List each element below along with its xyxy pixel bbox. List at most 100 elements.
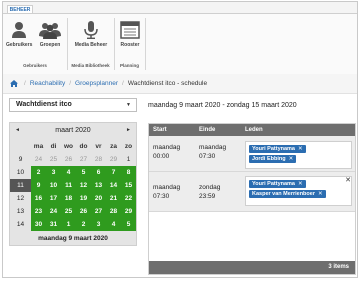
calendar-next-button[interactable]: ► bbox=[126, 125, 131, 136]
groups-button-label: Groepen bbox=[39, 42, 61, 48]
calendar-day[interactable]: 4 bbox=[106, 218, 121, 231]
calendar-day[interactable]: 10 bbox=[46, 179, 61, 192]
delete-row-icon[interactable]: ✕ bbox=[345, 176, 351, 184]
calendar-day[interactable]: 3 bbox=[46, 166, 61, 179]
breadcrumb-separator: / bbox=[69, 80, 72, 87]
calendar-day[interactable]: 27 bbox=[91, 205, 106, 218]
ribbon-group-label: Planning bbox=[120, 63, 139, 68]
calendar-day[interactable]: 2 bbox=[76, 218, 91, 231]
calendar-day[interactable]: 17 bbox=[46, 192, 61, 205]
calendar-day[interactable]: 25 bbox=[46, 153, 61, 166]
home-icon[interactable] bbox=[10, 80, 18, 87]
calendar-day[interactable]: 29 bbox=[121, 205, 136, 218]
calendar-day[interactable]: 26 bbox=[76, 205, 91, 218]
member-tag: Kasper van Merrienboer ✕ bbox=[249, 190, 326, 198]
breadcrumb-separator: / bbox=[122, 80, 124, 87]
calendar-day[interactable]: 20 bbox=[91, 192, 106, 205]
calendar-day[interactable]: 3 bbox=[91, 218, 106, 231]
calendar-day[interactable]: 19 bbox=[76, 192, 91, 205]
calendar-day[interactable]: 16 bbox=[31, 192, 46, 205]
calendar-day[interactable]: 12 bbox=[76, 179, 91, 192]
calendar-day[interactable]: 25 bbox=[61, 205, 76, 218]
calendar-day[interactable]: 26 bbox=[61, 153, 76, 166]
calendar-day[interactable]: 5 bbox=[76, 166, 91, 179]
end-time: 23:59 bbox=[199, 193, 216, 200]
week-number[interactable]: 13 bbox=[10, 205, 31, 218]
breadcrumb-groepsplanner[interactable]: Groepsplanner bbox=[75, 80, 118, 87]
calendar-day[interactable]: 4 bbox=[61, 166, 76, 179]
calendar-day[interactable]: 23 bbox=[31, 205, 46, 218]
week-number[interactable]: 11 bbox=[10, 179, 31, 192]
remove-member-icon[interactable]: ✕ bbox=[318, 191, 323, 197]
end-day: zondag bbox=[199, 184, 221, 191]
group-icon bbox=[39, 23, 61, 39]
week-number[interactable]: 10 bbox=[10, 166, 31, 179]
week-number[interactable]: 9 bbox=[10, 153, 31, 166]
calendar-day[interactable]: 28 bbox=[106, 205, 121, 218]
media-beheer-button[interactable]: Media Beheer bbox=[73, 21, 109, 48]
calendar-weekday-row: ma di wo do vr za zo bbox=[10, 140, 136, 153]
calendar-day[interactable]: 24 bbox=[46, 205, 61, 218]
calendar-day[interactable]: 2 bbox=[31, 166, 46, 179]
breadcrumb-reachability[interactable]: Reachability bbox=[30, 80, 65, 87]
calendar-day[interactable]: 27 bbox=[76, 153, 91, 166]
ribbon-separator bbox=[145, 18, 146, 70]
member-name: Youri Pattynama bbox=[252, 146, 295, 152]
members-field[interactable]: Youri Pattynama ✕ Jordi Ebbing ✕ bbox=[245, 141, 352, 169]
calendar-prev-button[interactable]: ◄ bbox=[15, 125, 20, 136]
schedule-table: Start Einde Leden maandag 00:00 maandag … bbox=[148, 123, 356, 275]
rooster-button[interactable]: Rooster bbox=[117, 21, 143, 48]
month-calendar: maart 2020 ◄ ► ma di wo do vr za zo 9 24 2… bbox=[9, 122, 137, 246]
schedule-footer: 3 items bbox=[149, 261, 355, 274]
calendar-day[interactable]: 21 bbox=[106, 192, 121, 205]
member-tag: Jordi Ebbing ✕ bbox=[249, 155, 297, 163]
schedule-select-value: Wachtdienst itco bbox=[16, 101, 72, 108]
calendar-day[interactable]: 24 bbox=[31, 153, 46, 166]
media-beheer-button-label: Media Beheer bbox=[74, 42, 108, 48]
schedule-select[interactable]: Wachtdienst itco ▼ bbox=[9, 98, 137, 112]
calendar-day[interactable]: 1 bbox=[121, 153, 136, 166]
calendar-day[interactable]: 5 bbox=[121, 218, 136, 231]
calendar-day[interactable]: 31 bbox=[46, 218, 61, 231]
calendar-day[interactable]: 22 bbox=[121, 192, 136, 205]
breadcrumb: / Reachability / Groepsplanner / Wachtdi… bbox=[3, 74, 357, 94]
calendar-day[interactable]: 8 bbox=[121, 166, 136, 179]
calendar-day[interactable]: 13 bbox=[91, 179, 106, 192]
start-time: 07:30 bbox=[153, 193, 170, 200]
calendar-day[interactable]: 30 bbox=[31, 218, 46, 231]
calendar-day[interactable]: 7 bbox=[106, 166, 121, 179]
weekday-label: vr bbox=[95, 143, 102, 150]
calendar-week-row: 9 24 25 26 27 28 29 1 bbox=[10, 153, 136, 166]
member-name: Youri Pattynama bbox=[252, 181, 295, 187]
week-number[interactable]: 14 bbox=[10, 218, 31, 231]
calendar-day[interactable]: 15 bbox=[121, 179, 136, 192]
calendar-day[interactable]: 11 bbox=[61, 179, 76, 192]
column-header-leden: Leden bbox=[245, 127, 263, 133]
member-tag: Youri Pattynama ✕ bbox=[249, 180, 306, 188]
remove-member-icon[interactable]: ✕ bbox=[298, 146, 303, 152]
remove-member-icon[interactable]: ✕ bbox=[289, 156, 294, 162]
ribbon-group-label: Media Bibliotheek bbox=[71, 63, 110, 68]
remove-member-icon[interactable]: ✕ bbox=[298, 181, 303, 187]
calendar-day[interactable]: 29 bbox=[106, 153, 121, 166]
schedule-row[interactable]: maandag 00:00 maandag 07:30 Youri Pattyn… bbox=[149, 136, 355, 172]
calendar-day[interactable]: 1 bbox=[61, 218, 76, 231]
schedule-row[interactable]: maandag 07:30 zondag 23:59 Youri Pattyna… bbox=[149, 172, 355, 212]
ribbon-group-label: Gebruikers bbox=[23, 63, 47, 68]
groups-button[interactable]: Groepen bbox=[37, 21, 63, 48]
users-button[interactable]: Gebruikers bbox=[6, 21, 32, 48]
members-field[interactable]: Youri Pattynama ✕ Kasper van Merrienboer ✕ bbox=[245, 176, 352, 206]
caret-down-icon: ▼ bbox=[126, 102, 131, 108]
calendar-weeks: 9 24 25 26 27 28 29 1 10 2 3 4 5 6 7 8 11 9 10 11 12 13 14 15 12… bbox=[10, 153, 136, 231]
calendar-week-row: 12 16 17 18 19 20 21 22 bbox=[10, 192, 136, 205]
member-tag: Youri Pattynama ✕ bbox=[249, 145, 306, 153]
item-count: 3 items bbox=[328, 264, 349, 270]
calendar-day[interactable]: 9 bbox=[31, 179, 46, 192]
calendar-day[interactable]: 28 bbox=[91, 153, 106, 166]
start-time: 00:00 bbox=[153, 153, 170, 160]
week-number[interactable]: 12 bbox=[10, 192, 31, 205]
calendar-day[interactable]: 18 bbox=[61, 192, 76, 205]
calendar-day[interactable]: 14 bbox=[106, 179, 121, 192]
calendar-day[interactable]: 6 bbox=[91, 166, 106, 179]
weekday-label: wo bbox=[63, 143, 74, 150]
